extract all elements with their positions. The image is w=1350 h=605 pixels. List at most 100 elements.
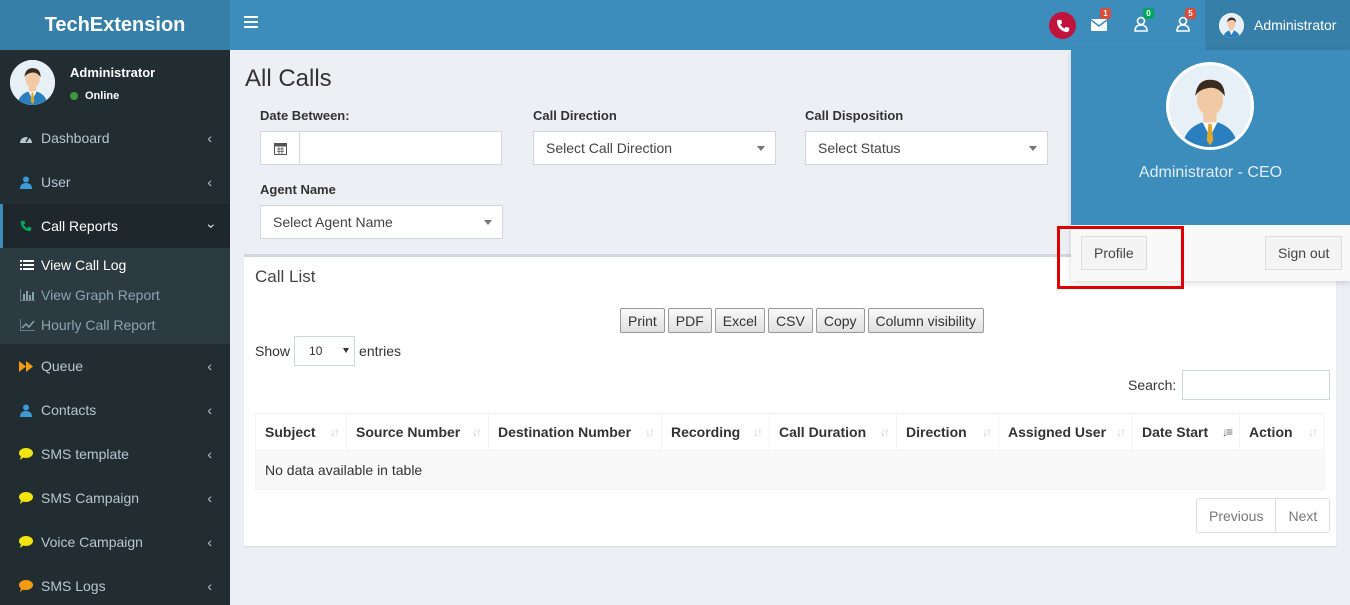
- sidebar-subitem-view-call-log[interactable]: View Call Log: [0, 250, 230, 280]
- caret-down-icon: [343, 348, 350, 353]
- print-button[interactable]: Print: [620, 308, 665, 333]
- online-dot-icon: [70, 92, 78, 100]
- call-disposition-label: Call Disposition: [805, 108, 904, 123]
- search-label: Search:: [1128, 377, 1177, 393]
- agent-name-value: Select Agent Name: [273, 214, 393, 230]
- column-visibility-button[interactable]: Column visibility: [867, 308, 984, 333]
- chevron-left-icon: ‹: [207, 446, 212, 462]
- pdf-button[interactable]: PDF: [667, 308, 712, 333]
- highlight-box: [1057, 226, 1184, 289]
- copy-button[interactable]: Copy: [815, 308, 865, 333]
- sort-icon: ↓↑: [472, 425, 482, 439]
- sidebar-item-queue[interactable]: Queue ‹: [0, 344, 230, 388]
- sign-out-button[interactable]: Sign out: [1265, 236, 1343, 270]
- page-title: All Calls: [245, 65, 332, 92]
- column-header-action[interactable]: Action ↓↑: [1239, 413, 1325, 451]
- forward-icon: [18, 360, 33, 372]
- column-header-label: Recording: [671, 424, 741, 440]
- agent-name-select[interactable]: Select Agent Name: [260, 205, 503, 239]
- avatar: [10, 60, 55, 105]
- table-search: Search:: [1128, 370, 1331, 400]
- sidebar-item-voice-campaign[interactable]: Voice Campaign ‹: [0, 520, 230, 564]
- sidebar-subitem-hourly-call-report[interactable]: Hourly Call Report: [0, 310, 230, 340]
- user-menu-name: Administrator: [1254, 17, 1337, 33]
- table-row: No data available in table: [255, 450, 1325, 490]
- tasks-icon[interactable]: 5: [1176, 8, 1196, 34]
- comment-icon: [18, 492, 33, 504]
- call-list-box: Call List Print PDF Excel CSV Copy Colum…: [244, 254, 1336, 546]
- column-header-label: Destination Number: [498, 424, 632, 440]
- agent-name-label: Agent Name: [260, 182, 336, 197]
- list-icon: [20, 259, 36, 271]
- excel-button[interactable]: Excel: [714, 308, 766, 333]
- caret-down-icon: [484, 220, 492, 225]
- caret-down-icon: [757, 146, 765, 151]
- sort-icon: ↓↑: [645, 425, 655, 439]
- chevron-left-icon: ‹: [207, 358, 212, 374]
- sidebar-item-user[interactable]: User ‹: [0, 160, 230, 204]
- sidebar-item-call-reports[interactable]: Call Reports ‹: [0, 204, 230, 248]
- sort-icon: ↓↑: [330, 425, 340, 439]
- top-navbar: 1 0 5 Administrator: [230, 0, 1350, 50]
- line-chart-icon: [20, 319, 36, 331]
- notifications-badge: 0: [1143, 8, 1154, 19]
- call-direction-label: Call Direction: [533, 108, 617, 123]
- sidebar-item-dashboard[interactable]: Dashboard ‹: [0, 116, 230, 160]
- sidebar-item-label: SMS Logs: [41, 578, 106, 594]
- sidebar-item-sms-template[interactable]: SMS template ‹: [0, 432, 230, 476]
- pagination: Previous Next: [1196, 498, 1331, 533]
- entries-select[interactable]: 10: [294, 336, 356, 366]
- caret-down-icon: [1029, 146, 1037, 151]
- column-header-source-number[interactable]: Source Number ↓↑: [346, 413, 489, 451]
- user-menu-toggle[interactable]: Administrator: [1205, 0, 1350, 50]
- previous-page-button[interactable]: Previous: [1197, 499, 1275, 532]
- column-header-label: Call Duration: [779, 424, 867, 440]
- call-direction-select[interactable]: Select Call Direction: [533, 131, 776, 165]
- user-icon: [18, 176, 33, 189]
- sort-icon: ↓↑: [1308, 425, 1318, 439]
- column-header-label: Assigned User: [1008, 424, 1107, 440]
- phone-status-icon[interactable]: [1049, 12, 1076, 39]
- messages-badge: 1: [1100, 8, 1111, 19]
- search-input[interactable]: [1182, 370, 1331, 400]
- table-header-row: Subject ↓↑ Source Number ↓↑ Destination Nu…: [255, 413, 1325, 451]
- sidebar-item-sms-logs[interactable]: SMS Logs ‹: [0, 564, 230, 605]
- messages-icon[interactable]: 1: [1090, 8, 1111, 34]
- column-header-date-start[interactable]: Date Start ↓≡: [1132, 413, 1240, 451]
- comment-icon: [18, 536, 33, 548]
- calendar-icon[interactable]: [261, 132, 300, 164]
- entries-length-control: Show 10 entries: [255, 336, 401, 366]
- column-header-label: Date Start: [1142, 424, 1209, 440]
- column-header-call-duration[interactable]: Call Duration ↓↑: [769, 413, 897, 451]
- avatar: [1219, 12, 1244, 38]
- next-page-button[interactable]: Next: [1275, 499, 1329, 532]
- csv-button[interactable]: CSV: [768, 308, 813, 333]
- show-label: Show: [255, 343, 291, 359]
- sidebar-subitem-view-graph-report[interactable]: View Graph Report: [0, 280, 230, 310]
- calls-table: Subject ↓↑ Source Number ↓↑ Destination Nu…: [255, 413, 1325, 490]
- sort-icon: ↓↑: [982, 425, 992, 439]
- sidebar-toggle-icon[interactable]: [244, 16, 258, 30]
- column-header-recording[interactable]: Recording ↓↑: [661, 413, 770, 451]
- chevron-left-icon: ‹: [207, 490, 212, 506]
- sidebar-subitem-label: Hourly Call Report: [41, 317, 156, 333]
- chevron-left-icon: ‹: [207, 578, 212, 594]
- sort-icon: ↓↑: [1116, 425, 1126, 439]
- notifications-icon[interactable]: 0: [1134, 8, 1154, 34]
- column-header-destination-number[interactable]: Destination Number ↓↑: [488, 413, 662, 451]
- sidebar-item-label: Voice Campaign: [41, 534, 143, 550]
- column-header-direction[interactable]: Direction ↓↑: [896, 413, 999, 451]
- sidebar-item-sms-campaign[interactable]: SMS Campaign ‹: [0, 476, 230, 520]
- sidebar-item-label: Contacts: [41, 402, 97, 418]
- sidebar-item-contacts[interactable]: Contacts ‹: [0, 388, 230, 432]
- date-range-field[interactable]: [260, 131, 502, 165]
- column-header-subject[interactable]: Subject ↓↑: [255, 413, 347, 451]
- call-disposition-value: Select Status: [818, 140, 901, 156]
- column-header-assigned-user[interactable]: Assigned User ↓↑: [998, 413, 1133, 451]
- user-icon: [18, 404, 33, 417]
- date-range-input[interactable]: [300, 132, 501, 164]
- user-dropdown-header: Administrator - CEO: [1071, 50, 1350, 225]
- brand-logo[interactable]: TechExtension: [0, 0, 230, 50]
- call-disposition-select[interactable]: Select Status: [805, 131, 1048, 165]
- bar-chart-icon: [20, 289, 36, 301]
